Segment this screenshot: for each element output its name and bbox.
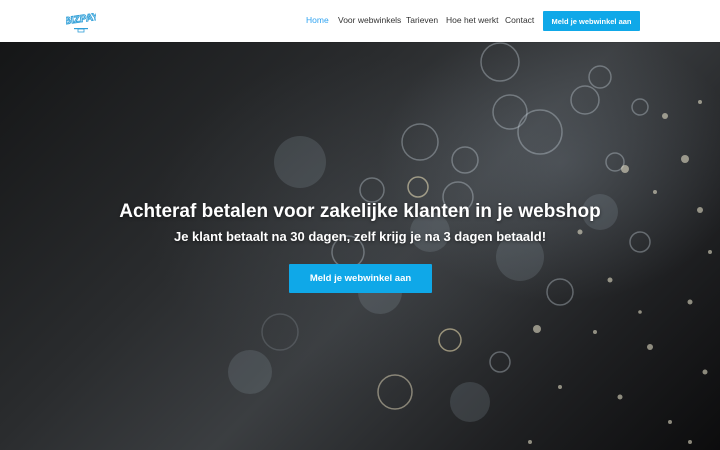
header-signup-button[interactable]: Meld je webwinkel aan (543, 11, 640, 31)
site-header: BIZPAY Home Voor webwinkels Tarieven Hoe… (0, 0, 720, 42)
nav-home[interactable]: Home (306, 15, 329, 26)
hero-section: Achteraf betalen voor zakelijke klanten … (0, 42, 720, 450)
bizpay-logo[interactable]: BIZPAY (63, 7, 100, 35)
nav-hoe-het-werkt[interactable]: Hoe het werkt (446, 15, 498, 26)
bokeh-background-image (228, 42, 712, 444)
nav-tarieven[interactable]: Tarieven (406, 15, 438, 26)
nav-voor-webwinkels[interactable]: Voor webwinkels (338, 15, 401, 26)
hero-signup-button[interactable]: Meld je webwinkel aan (289, 264, 432, 293)
nav-contact[interactable]: Contact (505, 15, 534, 26)
svg-text:BIZPAY: BIZPAY (66, 12, 96, 28)
hero-title: Achteraf betalen voor zakelijke klanten … (119, 201, 601, 222)
hero-subtitle: Je klant betaalt na 30 dagen, zelf krijg… (173, 229, 547, 244)
